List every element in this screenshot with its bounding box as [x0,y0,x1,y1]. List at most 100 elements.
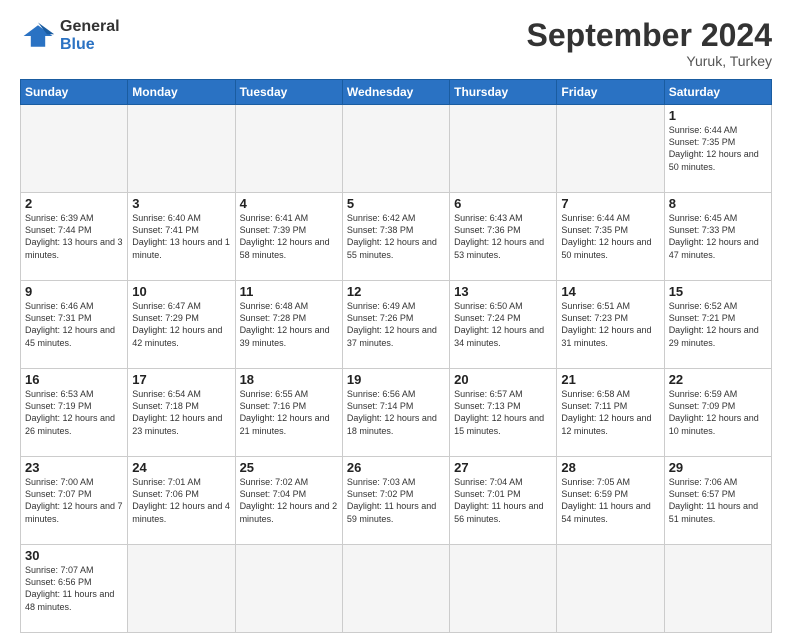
day-number: 21 [561,372,659,387]
calendar-cell: 12Sunrise: 6:49 AMSunset: 7:26 PMDayligh… [342,281,449,369]
day-info: Sunrise: 6:50 AMSunset: 7:24 PMDaylight:… [454,300,552,349]
month-title: September 2024 [527,18,772,53]
weekday-header-tuesday: Tuesday [235,80,342,105]
calendar-cell [557,105,664,193]
day-info: Sunrise: 7:02 AMSunset: 7:04 PMDaylight:… [240,476,338,525]
calendar-cell: 13Sunrise: 6:50 AMSunset: 7:24 PMDayligh… [450,281,557,369]
day-info: Sunrise: 6:44 AMSunset: 7:35 PMDaylight:… [561,212,659,261]
day-info: Sunrise: 6:54 AMSunset: 7:18 PMDaylight:… [132,388,230,437]
day-info: Sunrise: 7:00 AMSunset: 7:07 PMDaylight:… [25,476,123,525]
calendar-table: SundayMondayTuesdayWednesdayThursdayFrid… [20,79,772,633]
weekday-header-monday: Monday [128,80,235,105]
day-number: 6 [454,196,552,211]
calendar-cell: 16Sunrise: 6:53 AMSunset: 7:19 PMDayligh… [21,369,128,457]
day-number: 9 [25,284,123,299]
day-number: 2 [25,196,123,211]
calendar-cell: 14Sunrise: 6:51 AMSunset: 7:23 PMDayligh… [557,281,664,369]
day-number: 7 [561,196,659,211]
calendar-cell: 26Sunrise: 7:03 AMSunset: 7:02 PMDayligh… [342,457,449,545]
day-number: 26 [347,460,445,475]
day-info: Sunrise: 7:01 AMSunset: 7:06 PMDaylight:… [132,476,230,525]
calendar-cell: 3Sunrise: 6:40 AMSunset: 7:41 PMDaylight… [128,193,235,281]
calendar-cell [128,545,235,633]
day-info: Sunrise: 6:40 AMSunset: 7:41 PMDaylight:… [132,212,230,261]
day-info: Sunrise: 6:43 AMSunset: 7:36 PMDaylight:… [454,212,552,261]
day-info: Sunrise: 7:04 AMSunset: 7:01 PMDaylight:… [454,476,552,525]
calendar-cell: 28Sunrise: 7:05 AMSunset: 6:59 PMDayligh… [557,457,664,545]
day-number: 30 [25,548,123,563]
day-info: Sunrise: 6:39 AMSunset: 7:44 PMDaylight:… [25,212,123,261]
logo-line1: General [60,18,120,36]
day-number: 20 [454,372,552,387]
calendar-cell [557,545,664,633]
calendar-cell: 23Sunrise: 7:00 AMSunset: 7:07 PMDayligh… [21,457,128,545]
day-info: Sunrise: 6:59 AMSunset: 7:09 PMDaylight:… [669,388,767,437]
day-number: 11 [240,284,338,299]
calendar-cell: 17Sunrise: 6:54 AMSunset: 7:18 PMDayligh… [128,369,235,457]
day-info: Sunrise: 6:55 AMSunset: 7:16 PMDaylight:… [240,388,338,437]
day-number: 15 [669,284,767,299]
weekday-header-friday: Friday [557,80,664,105]
day-info: Sunrise: 6:41 AMSunset: 7:39 PMDaylight:… [240,212,338,261]
day-info: Sunrise: 6:47 AMSunset: 7:29 PMDaylight:… [132,300,230,349]
calendar-cell: 20Sunrise: 6:57 AMSunset: 7:13 PMDayligh… [450,369,557,457]
calendar-cell: 15Sunrise: 6:52 AMSunset: 7:21 PMDayligh… [664,281,771,369]
day-info: Sunrise: 6:45 AMSunset: 7:33 PMDaylight:… [669,212,767,261]
subtitle: Yuruk, Turkey [527,53,772,69]
day-number: 13 [454,284,552,299]
calendar-cell: 10Sunrise: 6:47 AMSunset: 7:29 PMDayligh… [128,281,235,369]
logo: General Blue [20,18,120,55]
calendar-cell: 25Sunrise: 7:02 AMSunset: 7:04 PMDayligh… [235,457,342,545]
calendar-cell [450,545,557,633]
day-number: 22 [669,372,767,387]
calendar-cell: 2Sunrise: 6:39 AMSunset: 7:44 PMDaylight… [21,193,128,281]
logo-icon [20,18,56,54]
calendar-cell: 5Sunrise: 6:42 AMSunset: 7:38 PMDaylight… [342,193,449,281]
day-info: Sunrise: 7:07 AMSunset: 6:56 PMDaylight:… [25,564,123,613]
day-info: Sunrise: 7:05 AMSunset: 6:59 PMDaylight:… [561,476,659,525]
calendar-cell: 24Sunrise: 7:01 AMSunset: 7:06 PMDayligh… [128,457,235,545]
day-info: Sunrise: 6:44 AMSunset: 7:35 PMDaylight:… [669,124,767,173]
logo-line2: Blue [60,36,120,54]
day-number: 8 [669,196,767,211]
calendar-cell: 19Sunrise: 6:56 AMSunset: 7:14 PMDayligh… [342,369,449,457]
calendar-cell: 29Sunrise: 7:06 AMSunset: 6:57 PMDayligh… [664,457,771,545]
day-info: Sunrise: 6:57 AMSunset: 7:13 PMDaylight:… [454,388,552,437]
day-info: Sunrise: 6:49 AMSunset: 7:26 PMDaylight:… [347,300,445,349]
day-number: 3 [132,196,230,211]
calendar-cell: 18Sunrise: 6:55 AMSunset: 7:16 PMDayligh… [235,369,342,457]
calendar-cell [342,545,449,633]
calendar-cell [21,105,128,193]
page: General Blue September 2024 Yuruk, Turke… [0,0,792,612]
day-number: 25 [240,460,338,475]
day-number: 4 [240,196,338,211]
calendar-cell [128,105,235,193]
day-number: 24 [132,460,230,475]
day-info: Sunrise: 6:58 AMSunset: 7:11 PMDaylight:… [561,388,659,437]
header: General Blue September 2024 Yuruk, Turke… [20,18,772,69]
day-info: Sunrise: 7:03 AMSunset: 7:02 PMDaylight:… [347,476,445,525]
day-info: Sunrise: 6:48 AMSunset: 7:28 PMDaylight:… [240,300,338,349]
day-info: Sunrise: 6:53 AMSunset: 7:19 PMDaylight:… [25,388,123,437]
day-number: 17 [132,372,230,387]
calendar-cell: 11Sunrise: 6:48 AMSunset: 7:28 PMDayligh… [235,281,342,369]
day-number: 28 [561,460,659,475]
day-number: 10 [132,284,230,299]
day-number: 18 [240,372,338,387]
calendar-cell [450,105,557,193]
day-info: Sunrise: 7:06 AMSunset: 6:57 PMDaylight:… [669,476,767,525]
day-number: 12 [347,284,445,299]
day-info: Sunrise: 6:56 AMSunset: 7:14 PMDaylight:… [347,388,445,437]
weekday-header-saturday: Saturday [664,80,771,105]
calendar-cell: 7Sunrise: 6:44 AMSunset: 7:35 PMDaylight… [557,193,664,281]
calendar-cell: 8Sunrise: 6:45 AMSunset: 7:33 PMDaylight… [664,193,771,281]
calendar-cell: 6Sunrise: 6:43 AMSunset: 7:36 PMDaylight… [450,193,557,281]
title-block: September 2024 Yuruk, Turkey [527,18,772,69]
calendar-cell: 22Sunrise: 6:59 AMSunset: 7:09 PMDayligh… [664,369,771,457]
calendar-cell: 21Sunrise: 6:58 AMSunset: 7:11 PMDayligh… [557,369,664,457]
day-number: 29 [669,460,767,475]
day-number: 16 [25,372,123,387]
day-info: Sunrise: 6:51 AMSunset: 7:23 PMDaylight:… [561,300,659,349]
day-number: 14 [561,284,659,299]
day-number: 27 [454,460,552,475]
